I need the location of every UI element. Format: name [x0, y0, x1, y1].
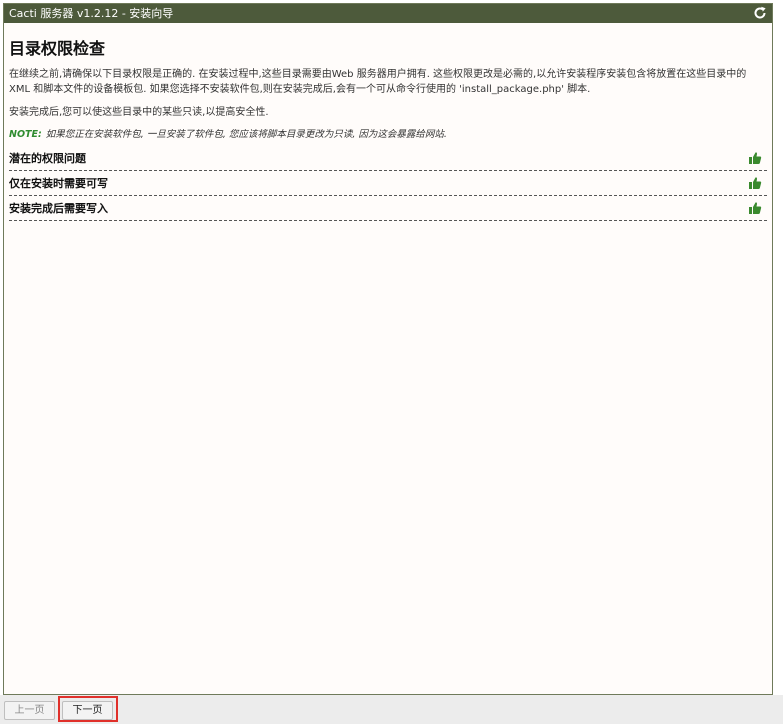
section-potential-permission-issues[interactable]: 潜在的权限问题	[9, 146, 767, 171]
note-text: 如果您正在安装软件包, 一旦安装了软件包, 您应该将脚本目录更改为只读, 因为这…	[45, 129, 447, 140]
installer-window: Cacti 服务器 v1.2.12 - 安装向导 目录权限检查 在继续之前,请确…	[3, 3, 773, 695]
note-label: NOTE:	[9, 129, 42, 140]
section-writable-during-install[interactable]: 仅在安装时需要可写	[9, 171, 767, 196]
section-title: 仅在安装时需要可写	[9, 177, 108, 190]
page-title: 目录权限检查	[9, 39, 106, 58]
thumbs-up-icon	[749, 152, 762, 164]
section-title: 潜在的权限问题	[9, 152, 86, 165]
refresh-icon[interactable]	[753, 6, 767, 20]
section-writable-after-install[interactable]: 安装完成后需要写入	[9, 196, 767, 221]
section-title: 安装完成后需要写入	[9, 202, 108, 215]
previous-button[interactable]: 上一页	[4, 701, 55, 720]
window-title: Cacti 服务器 v1.2.12 - 安装向导	[9, 7, 174, 20]
security-paragraph: 安装完成后,您可以使这些目录中的某些只读,以提高安全性.	[9, 107, 269, 118]
intro-paragraph: 在继续之前,请确保以下目录权限是正确的. 在安装过程中,这些目录需要由Web 服…	[9, 69, 747, 95]
main-content: 目录权限检查 在继续之前,请确保以下目录权限是正确的. 在安装过程中,这些目录需…	[4, 23, 772, 221]
next-button[interactable]: 下一页	[62, 701, 113, 720]
thumbs-up-icon	[749, 202, 762, 214]
note-paragraph: NOTE: 如果您正在安装软件包, 一旦安装了软件包, 您应该将脚本目录更改为只读…	[9, 126, 767, 140]
title-bar: Cacti 服务器 v1.2.12 - 安装向导	[4, 4, 772, 23]
footer-bar: 上一页 下一页	[0, 695, 783, 724]
thumbs-up-icon	[749, 177, 762, 189]
